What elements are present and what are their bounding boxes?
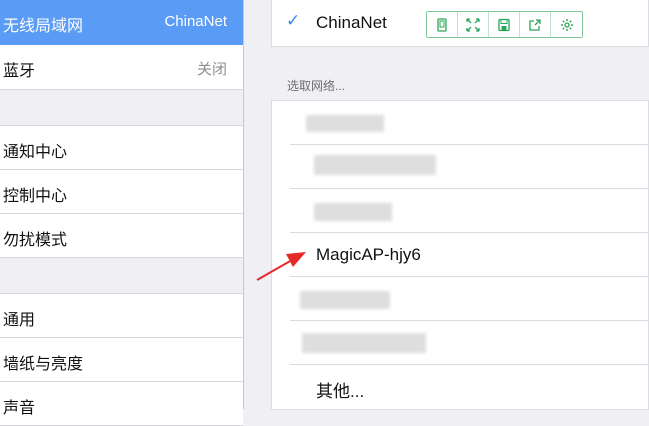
red-arrow-annotation [256, 252, 306, 281]
